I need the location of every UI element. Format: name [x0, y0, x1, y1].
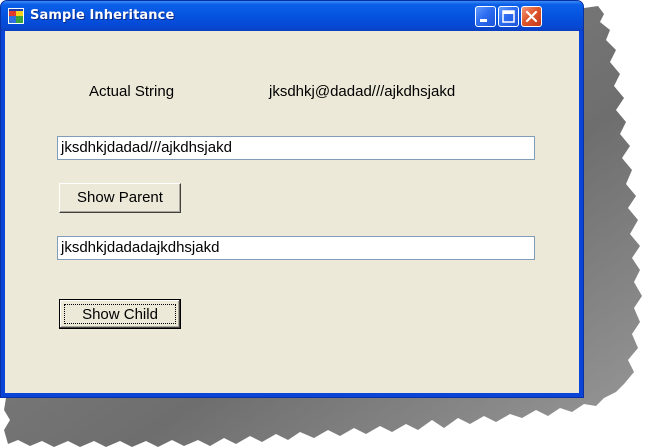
maximize-icon: [502, 10, 515, 23]
child-output-field[interactable]: jksdhkjdadadajkdhsjakd: [57, 236, 535, 260]
minimize-icon: [480, 19, 487, 22]
screenshot-stage: Sample Inheritance Actual String jksdhkj…: [0, 0, 647, 448]
window-title: Sample Inheritance: [30, 8, 175, 23]
actual-string-label: Actual String: [89, 83, 175, 100]
show-parent-button[interactable]: Show Parent: [59, 183, 181, 213]
close-icon: [525, 10, 538, 23]
app-icon: [8, 8, 24, 24]
close-button[interactable]: [521, 6, 542, 27]
show-child-label: Show Child: [64, 304, 176, 324]
parent-output-field[interactable]: jksdhkjdadad///ajkdhsjakd: [57, 136, 535, 160]
show-child-button[interactable]: Show Child: [59, 299, 181, 329]
form-client-area: Actual String jksdhkj@dadad///ajkdhsjakd…: [5, 31, 579, 393]
maximize-button[interactable]: [498, 6, 519, 27]
title-bar[interactable]: Sample Inheritance: [1, 1, 583, 31]
actual-string-value: jksdhkj@dadad///ajkdhsjakd: [269, 83, 456, 100]
minimize-button[interactable]: [475, 6, 496, 27]
app-window: Sample Inheritance Actual String jksdhkj…: [0, 0, 584, 398]
